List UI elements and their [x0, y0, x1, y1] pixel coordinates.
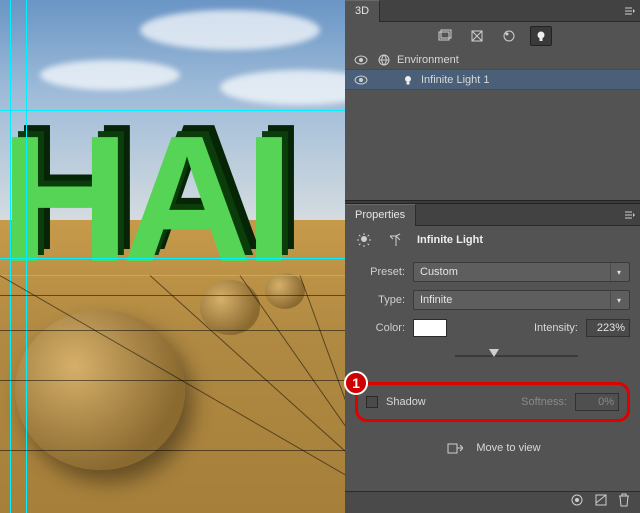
color-label: Color: — [355, 322, 405, 334]
type-row: Type: Infinite — [355, 288, 630, 312]
callout-badge: 1 — [344, 371, 368, 395]
shadow-checkbox[interactable] — [366, 396, 378, 408]
light-filter-icon[interactable] — [530, 26, 552, 46]
ground-grid-line — [0, 380, 345, 381]
scene-row-label: Infinite Light 1 — [421, 74, 490, 86]
cloud — [140, 10, 320, 50]
tab-3d[interactable]: 3D — [345, 0, 380, 22]
visibility-eye-icon[interactable] — [351, 55, 371, 65]
environment-icon — [377, 53, 391, 67]
ground-grid-line — [0, 450, 345, 451]
type-label: Type: — [355, 294, 405, 306]
guide-horizontal[interactable] — [0, 258, 345, 259]
light-icon — [401, 73, 415, 87]
move-to-view-label[interactable]: Move to view — [476, 442, 540, 454]
flyout-menu-icon[interactable] — [624, 209, 636, 221]
properties-body: Preset: Custom Type: Infinite Color: Int… — [345, 254, 640, 468]
shadow-group-callout: 1 Shadow Softness: — [355, 382, 630, 422]
guide-vertical[interactable] — [10, 0, 11, 513]
color-intensity-row: Color: Intensity: — [355, 316, 630, 340]
panel-properties-tabbar: Properties — [345, 204, 640, 226]
guide-horizontal[interactable] — [0, 275, 345, 276]
softness-input — [575, 393, 619, 411]
render-icon[interactable] — [570, 493, 584, 512]
coordinates-icon[interactable] — [385, 230, 407, 250]
new-light-icon[interactable] — [594, 493, 608, 512]
tab-properties[interactable]: Properties — [345, 204, 416, 226]
trash-icon[interactable] — [618, 493, 630, 512]
guide-vertical[interactable] — [26, 0, 27, 513]
move-to-view-icon[interactable] — [444, 438, 466, 458]
type-select[interactable]: Infinite — [413, 290, 630, 310]
flyout-menu-icon[interactable] — [624, 5, 636, 17]
intensity-slider[interactable] — [455, 349, 578, 363]
preset-value: Custom — [420, 266, 458, 278]
visibility-eye-icon[interactable] — [351, 75, 371, 85]
intensity-slider-row — [355, 344, 630, 368]
panel-3d-filter-bar — [345, 22, 640, 50]
cloud — [40, 60, 180, 90]
panel-3d-scene-list: Environment Infinite Light 1 — [345, 50, 640, 200]
three-d-text[interactable]: HAI — [0, 110, 286, 290]
properties-heading: Infinite Light — [417, 234, 483, 246]
light-properties-icon[interactable] — [353, 230, 375, 250]
panel-3d-tabbar: 3D — [345, 0, 640, 22]
scene-row-environment[interactable]: Environment — [345, 50, 640, 70]
properties-footer — [345, 491, 640, 513]
panels-area: 3D Environment — [345, 0, 640, 513]
scene-row-infinite-light-1[interactable]: Infinite Light 1 — [345, 70, 640, 90]
type-value: Infinite — [420, 294, 452, 306]
scene-filter-icon[interactable] — [434, 26, 456, 46]
preset-label: Preset: — [355, 266, 405, 278]
ground-grid-line — [0, 330, 345, 331]
softness-label: Softness: — [521, 396, 567, 408]
shadow-label: Shadow — [386, 396, 426, 408]
preset-row: Preset: Custom — [355, 260, 630, 284]
mesh-filter-icon[interactable] — [466, 26, 488, 46]
move-to-view-row: Move to view — [355, 438, 630, 458]
guide-horizontal[interactable] — [0, 110, 345, 111]
document-canvas[interactable]: HAI — [0, 0, 345, 513]
scene-row-label: Environment — [397, 54, 459, 66]
intensity-label: Intensity: — [534, 322, 578, 334]
properties-mode-bar: Infinite Light — [345, 226, 640, 254]
material-filter-icon[interactable] — [498, 26, 520, 46]
intensity-input[interactable] — [586, 319, 630, 337]
preset-select[interactable]: Custom — [413, 262, 630, 282]
color-swatch[interactable] — [413, 319, 447, 337]
